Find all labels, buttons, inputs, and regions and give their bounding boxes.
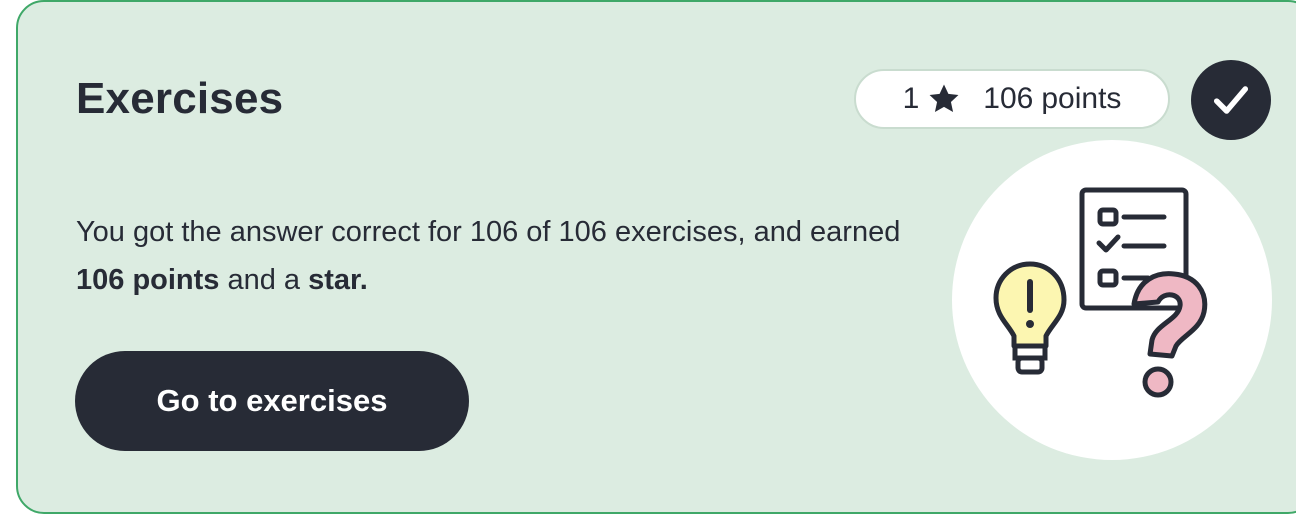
go-to-exercises-button[interactable]: Go to exercises [75, 351, 469, 451]
exercise-illustration [952, 140, 1272, 460]
points-value: 106 [983, 82, 1034, 115]
summary-star: star. [308, 264, 368, 296]
summary-middle: and a [219, 264, 309, 296]
points-badge: 1 106 points [854, 69, 1170, 129]
checkmark-icon [1191, 60, 1271, 140]
points-label: points [1041, 82, 1122, 115]
question-mark-icon [1131, 271, 1208, 398]
lightbulb-icon [993, 261, 1067, 375]
summary-sentence: You got the answer correct for 106 of 10… [76, 216, 901, 248]
card-title: Exercises [76, 74, 284, 123]
summary-points: 106 points [76, 264, 220, 296]
star-icon [927, 82, 961, 116]
summary-text: You got the answer correct for 106 of 10… [76, 208, 936, 304]
star-count: 1 [902, 82, 920, 115]
exercises-card: Exercises 1 106 points You got the answe… [16, 0, 1296, 514]
